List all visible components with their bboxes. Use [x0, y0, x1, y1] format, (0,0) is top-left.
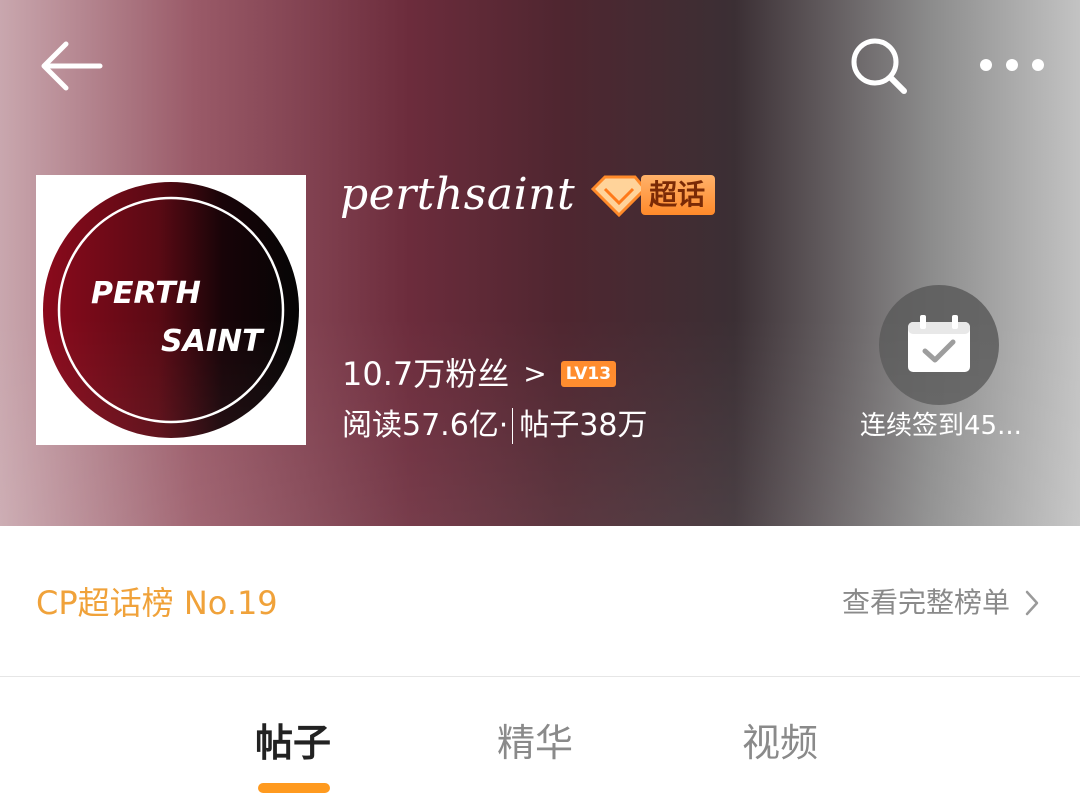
- diamond-icon: [591, 175, 648, 217]
- avatar-logo: PERTH SAINT: [43, 182, 299, 438]
- active-tab-indicator: [258, 783, 330, 793]
- ranking-text: CP超话榜 No.19: [36, 584, 278, 622]
- search-button[interactable]: [848, 36, 910, 96]
- svg-text:PERTH: PERTH: [91, 276, 201, 311]
- title-row: perthsaint 超话: [340, 162, 716, 228]
- ranking-bar[interactable]: CP超话榜 No.19 查看完整榜单: [0, 526, 1080, 677]
- tab-bar: 帖子 精华 视频: [0, 677, 1080, 799]
- level-badge: LV13: [560, 361, 617, 387]
- stats-row: 阅读57.6亿· 帖子38万: [342, 404, 648, 448]
- chevron-right-icon: [1025, 590, 1039, 616]
- search-icon: [851, 38, 907, 94]
- arrow-left-icon: [41, 41, 103, 91]
- post-count: 帖子38万: [519, 408, 648, 443]
- calendar-check-icon: [908, 315, 970, 372]
- topic-title: perthsaint: [340, 169, 576, 220]
- fans-row[interactable]: 10.7万粉丝 > LV13: [342, 352, 617, 396]
- view-full-ranking-label: 查看完整榜单: [841, 586, 1010, 619]
- read-count: 阅读57.6亿·: [342, 408, 509, 443]
- tab-featured[interactable]: 精华: [497, 715, 573, 771]
- checkin-button[interactable]: [879, 285, 999, 405]
- topic-avatar: PERTH SAINT: [36, 175, 306, 445]
- view-full-ranking-link[interactable]: 查看完整榜单: [842, 581, 1040, 625]
- stats-divider: [512, 408, 514, 444]
- topic-header: PERTH SAINT perthsaint 超话 10.7万粉丝 > LV13…: [0, 0, 1080, 526]
- tab-posts[interactable]: 帖子: [255, 715, 331, 771]
- more-dots-icon: [980, 59, 1044, 71]
- checkin-label: 连续签到45...: [860, 411, 1022, 441]
- fans-arrow: >: [523, 357, 547, 390]
- super-topic-badge[interactable]: 超话: [589, 173, 716, 217]
- tab-video[interactable]: 视频: [742, 715, 818, 771]
- badge-label: 超话: [641, 175, 716, 215]
- svg-text:SAINT: SAINT: [161, 324, 265, 359]
- fans-count: 10.7万粉丝: [342, 355, 510, 393]
- more-button[interactable]: [974, 50, 1046, 80]
- back-button[interactable]: [36, 38, 104, 94]
